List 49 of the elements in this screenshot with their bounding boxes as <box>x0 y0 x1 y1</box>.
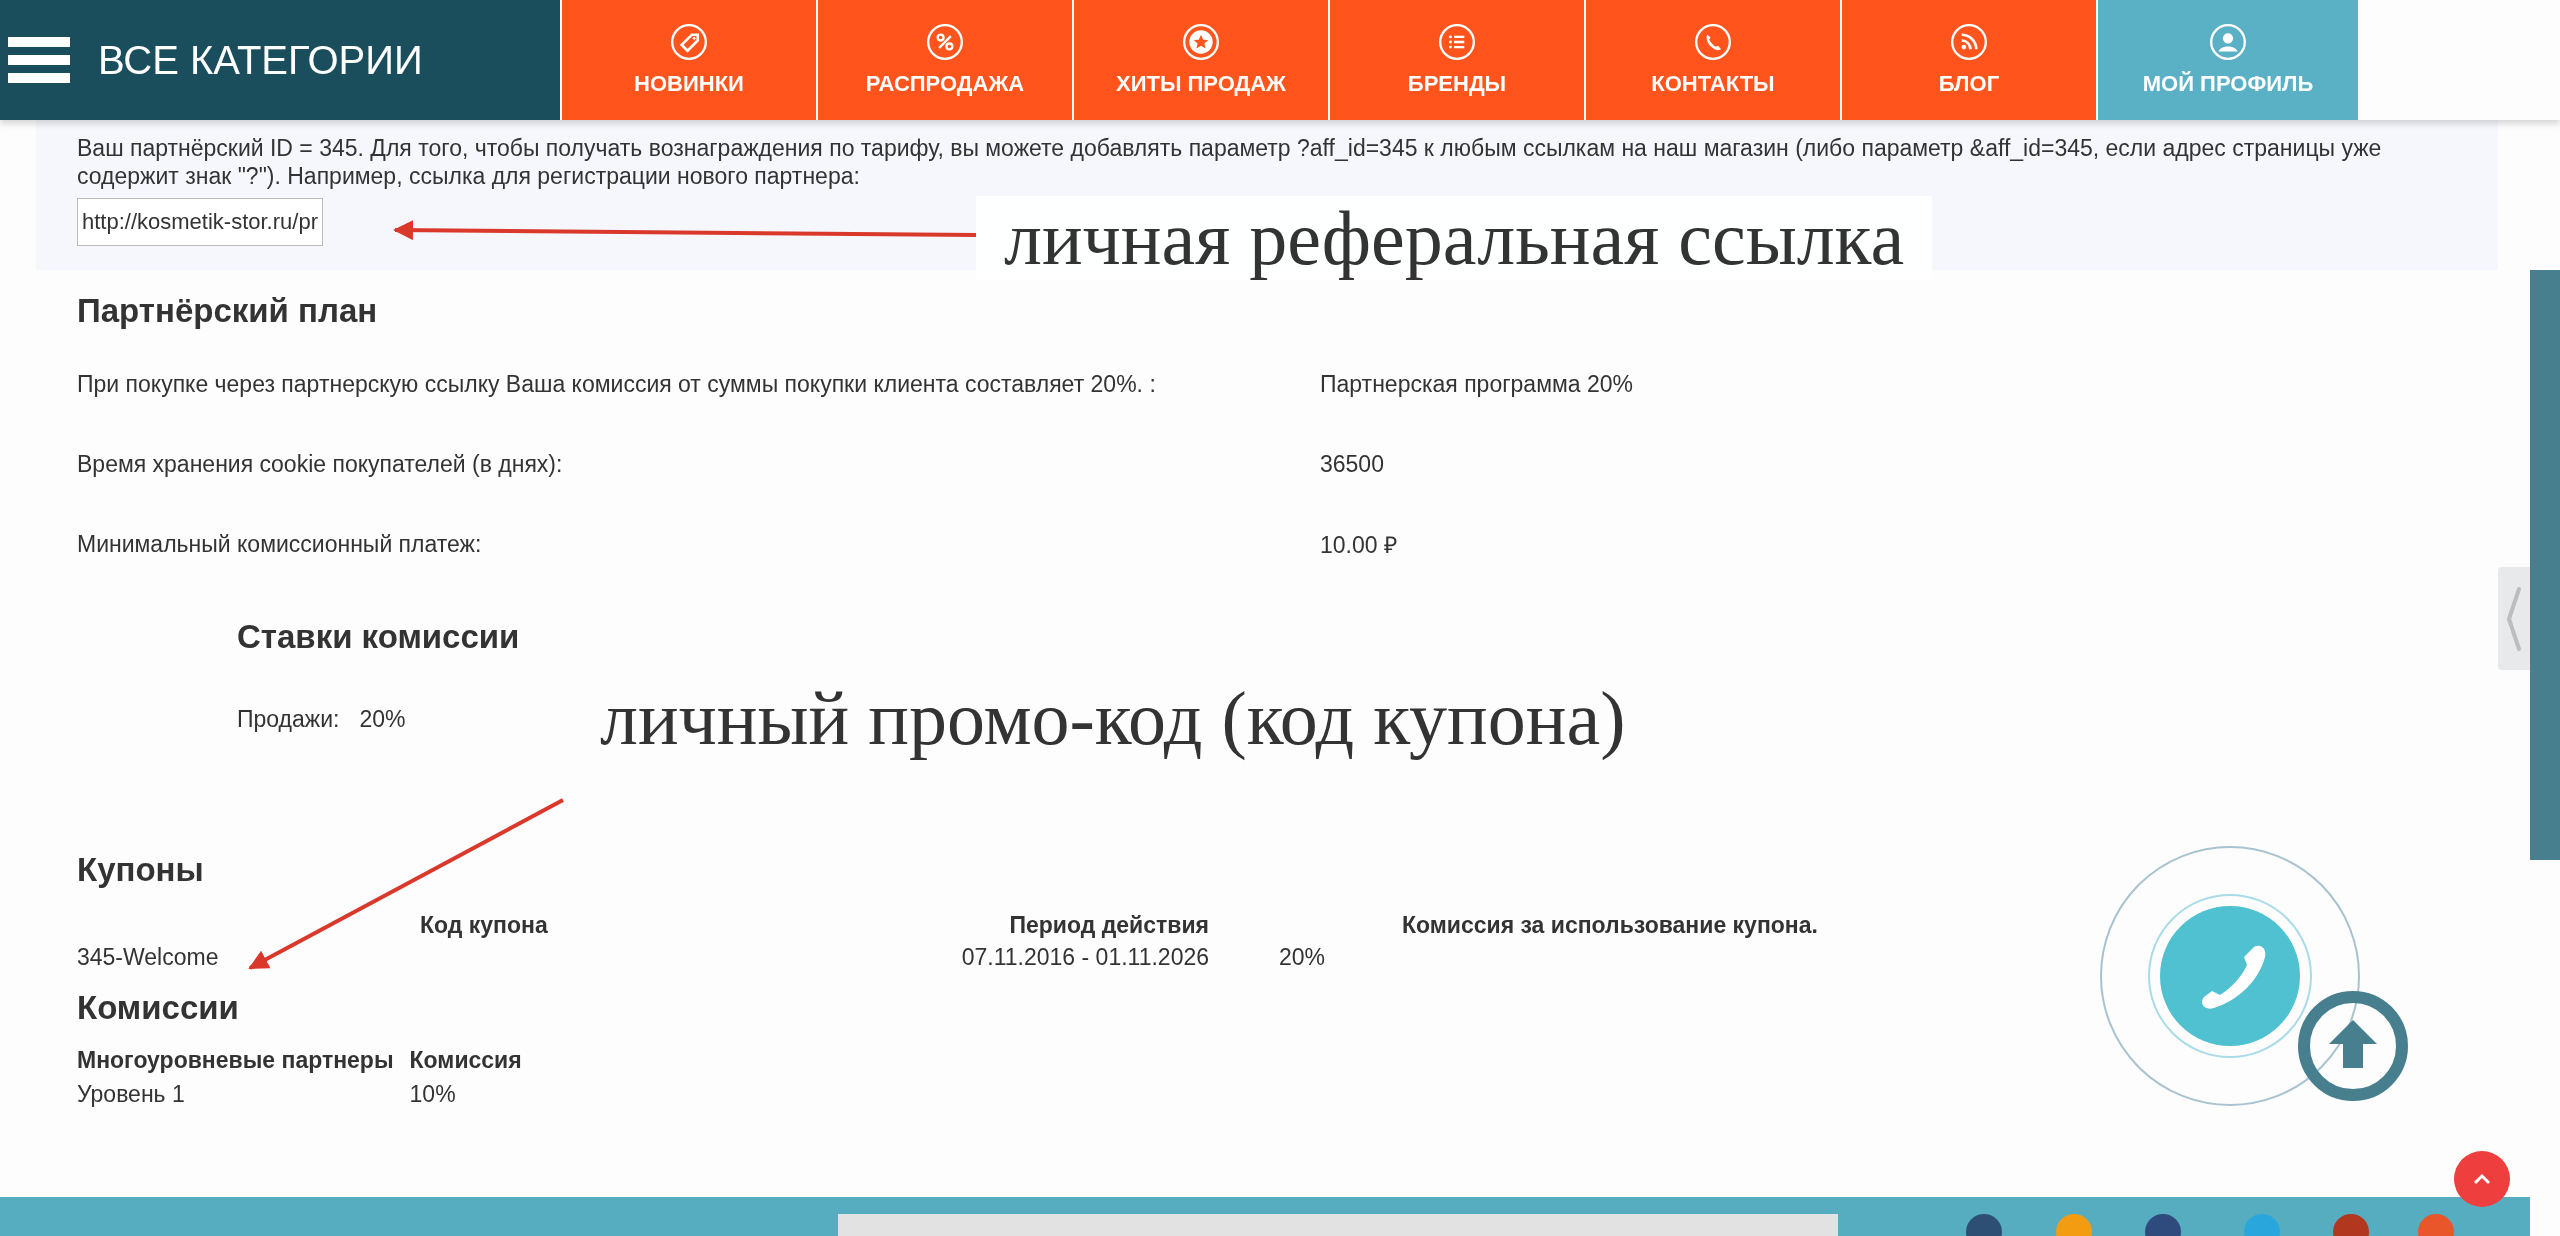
user-icon <box>2209 23 2247 61</box>
plan-value: 10.00 ₽ <box>1320 531 1398 560</box>
plan-label: Минимальный комиссионный платеж: <box>77 530 483 558</box>
all-categories-label: ВСЕ КАТЕГОРИИ <box>98 37 423 83</box>
annotation-text: личная реферальная ссылка <box>976 196 1933 280</box>
all-categories-button[interactable]: ВСЕ КАТЕГОРИИ <box>0 0 560 120</box>
coupon-commission: 20% <box>1278 943 1327 972</box>
back-to-top-button[interactable] <box>2454 1151 2510 1207</box>
column-header: Код купона <box>419 911 549 940</box>
plan-label: При покупке через партнерскую ссылку Ваша комиссия от суммы покупки клиента составляет 20%. : <box>77 370 1157 398</box>
column-header: Многоуровневые партнеры <box>77 1046 394 1075</box>
side-panel-tab[interactable] <box>2498 567 2530 670</box>
section-title: Купоны <box>77 851 205 889</box>
call-button[interactable] <box>2099 845 2361 1107</box>
tag-icon <box>670 23 708 61</box>
coupon-code: 345-Welcome <box>77 943 220 972</box>
rate-cell-text: 10% <box>409 1080 457 1109</box>
annotation-text: личный промо-код (код купона) <box>599 676 1627 760</box>
level-cell-text: Уровень 1 <box>77 1080 186 1109</box>
percent-icon <box>926 23 964 61</box>
list-icon <box>1438 23 1476 61</box>
menu-icon <box>8 37 70 83</box>
plan-label: Время хранения cookie покупателей (в днях): <box>77 450 564 478</box>
column-header: Период действия <box>1008 911 1210 940</box>
nav-tab[interactable]: МОЙ ПРОФИЛЬ <box>2096 0 2358 120</box>
nav-tab[interactable]: КОНТАКТЫ <box>1584 0 1840 120</box>
scrollbar[interactable] <box>2530 270 2560 860</box>
intro-text: Ваш партнёрский ID = 345. Для того, чтобы получать вознаграждения по тарифу, вы можете добавлять параметр ?aff_id=345 к любым ссылкам на наш магазин (либо параметр &aff_id=345, если адрес страницы уже содержит знак "?"). Например, ссылка для регистрации нового партнера: <box>77 134 2383 190</box>
nav-tab[interactable]: РАСПРОДАЖА <box>816 0 1072 120</box>
scroll-up-button[interactable] <box>2297 990 2409 1102</box>
rate-label: Продажи: <box>237 706 340 733</box>
section-title: Ставки комиссии <box>237 618 521 656</box>
nav-tab[interactable]: БЛОГ <box>1840 0 2096 120</box>
coupon-period: 07.11.2016 - 01.11.2026 <box>960 943 1210 972</box>
section-title: Комиссии <box>77 989 240 1027</box>
referral-link-field[interactable]: http://kosmetik-stor.ru/pr <box>77 198 323 246</box>
column-header: Комиссия <box>409 1046 522 1075</box>
nav-tab[interactable]: БРЕНДЫ <box>1328 0 1584 120</box>
rss-icon <box>1950 23 1988 61</box>
section-title: Партнёрский план <box>77 292 379 330</box>
nav-tab[interactable]: ХИТЫ ПРОДАЖ <box>1072 0 1328 120</box>
plan-value: 36500 <box>1320 450 1385 478</box>
rate-value: 20% <box>359 706 406 733</box>
phone-icon <box>1694 23 1732 61</box>
chevron-icon <box>2506 585 2522 652</box>
caret-up-icon <box>2473 1173 2491 1185</box>
nav-tab[interactable]: НОВИНКИ <box>560 0 816 120</box>
column-header: Комиссия за использование купона. <box>1401 911 1819 940</box>
plan-value: Партнерская программа 20% <box>1320 370 1634 398</box>
